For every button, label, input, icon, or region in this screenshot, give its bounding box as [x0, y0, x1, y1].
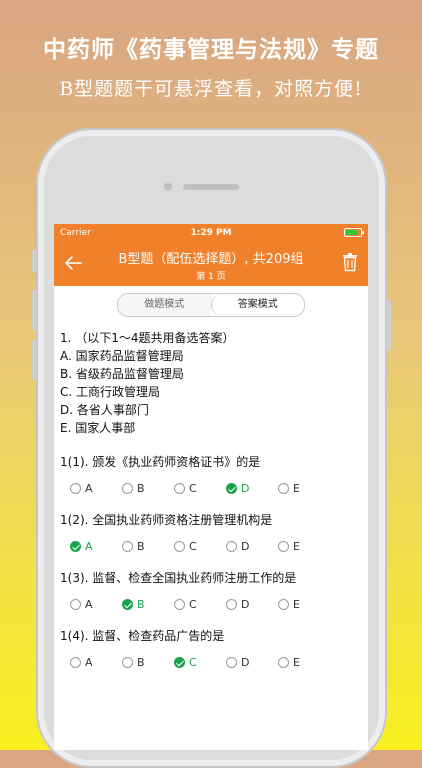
choice-row: A B C D E [60, 482, 362, 495]
speaker-grille [183, 184, 239, 190]
camera-icon [164, 183, 172, 191]
choice-row: A B C D E [60, 656, 362, 669]
checked-radio-icon [226, 483, 237, 494]
power-button [386, 300, 391, 350]
choice-label: C [189, 540, 197, 553]
promo-subtitle: B型题题干可悬浮查看，对照方便! [59, 78, 363, 100]
choice-option-d[interactable]: D [226, 598, 278, 611]
choice-label: B [137, 656, 145, 669]
choice-option-d[interactable]: D [226, 656, 278, 669]
option-text: A. 国家药品监督管理局 [60, 349, 184, 363]
nav-header: B型题（配伍选择题）, 共209组 第 1 页 [54, 242, 368, 286]
choice-label: C [189, 482, 197, 495]
radio-icon [174, 599, 185, 610]
tab-answer-mode[interactable]: 答案模式 [210, 294, 304, 316]
radio-icon [70, 657, 81, 668]
trash-icon[interactable] [342, 252, 358, 272]
mute-switch [32, 250, 37, 272]
choice-option-c[interactable]: C [174, 656, 226, 669]
choice-option-b[interactable]: B [122, 540, 174, 553]
choice-label: E [293, 656, 300, 669]
choice-label: E [293, 598, 300, 611]
choice-row: A B C D E [60, 598, 362, 611]
sub-question-text: 1(4). 监督、检查药品广告的是 [60, 629, 225, 643]
choice-label: A [85, 482, 93, 495]
volume-down-button [32, 340, 37, 380]
choice-label: E [293, 482, 300, 495]
battery-icon [344, 228, 364, 237]
radio-icon [174, 541, 185, 552]
status-time: 1:29 PM [190, 228, 232, 238]
choice-option-c[interactable]: C [174, 482, 226, 495]
choice-label: B [137, 598, 145, 611]
choice-label: E [293, 540, 300, 553]
promo-title: 中药师《药事管理与法规》专题 [43, 37, 379, 63]
choice-label: D [241, 482, 250, 495]
volume-up-button [32, 290, 37, 330]
page-number: 第 1 页 [196, 272, 226, 282]
checked-radio-icon [174, 657, 185, 668]
choice-option-e[interactable]: E [278, 598, 330, 611]
choice-option-b[interactable]: B [122, 598, 174, 611]
choice-label: B [137, 540, 145, 553]
page-title: B型题（配伍选择题）, 共209组 [118, 252, 304, 267]
option-text: B. 省级药品监督管理局 [60, 367, 184, 381]
choice-option-e[interactable]: E [278, 656, 330, 669]
choice-option-e[interactable]: E [278, 540, 330, 553]
choice-label: C [189, 656, 197, 669]
radio-icon [174, 483, 185, 494]
choice-option-d[interactable]: D [226, 540, 278, 553]
sub-question-text: 1(1). 颁发《执业药师资格证书》的是 [60, 455, 261, 469]
choice-label: A [85, 598, 93, 611]
tab-practice-mode[interactable]: 做题模式 [118, 294, 211, 316]
choice-label: D [241, 656, 250, 669]
choice-label: A [85, 540, 93, 553]
option-text: E. 国家人事部 [60, 421, 136, 435]
mode-segmented-control: 做题模式 答案模式 [117, 293, 305, 317]
radio-icon [70, 599, 81, 610]
sub-question-text: 1(2). 全国执业药师资格注册管理机构是 [60, 513, 273, 527]
checked-radio-icon [70, 541, 81, 552]
radio-icon [122, 657, 133, 668]
radio-icon [278, 599, 289, 610]
choice-option-a[interactable]: A [70, 482, 122, 495]
radio-icon [122, 541, 133, 552]
option-text: D. 各省人事部门 [60, 403, 149, 417]
choice-label: C [189, 598, 197, 611]
status-bar: Carrier 1:29 PM [54, 224, 368, 242]
choice-label: B [137, 482, 145, 495]
app-screen: Carrier 1:29 PM B型题（配伍选择题）, 共209组 第 1 页 … [54, 224, 368, 750]
sub-question-list: 1(1). 颁发《执业药师资格证书》的是 A B C D E 1(2). 全国执业药师资格注… [60, 453, 362, 669]
choice-option-a[interactable]: A [70, 540, 122, 553]
choice-option-e[interactable]: E [278, 482, 330, 495]
radio-icon [226, 599, 237, 610]
option-text: C. 工商行政管理局 [60, 385, 161, 399]
back-arrow-icon[interactable] [62, 252, 84, 274]
radio-icon [122, 483, 133, 494]
choice-option-b[interactable]: B [122, 656, 174, 669]
radio-icon [226, 657, 237, 668]
radio-icon [278, 657, 289, 668]
choice-label: D [241, 540, 250, 553]
choice-option-b[interactable]: B [122, 482, 174, 495]
stem-text: 1. （以下1～4题共用备选答案） [60, 331, 235, 345]
choice-option-a[interactable]: A [70, 656, 122, 669]
choice-label: D [241, 598, 250, 611]
choice-label: A [85, 656, 93, 669]
question-stem: 1. （以下1～4题共用备选答案） A. 国家药品监督管理局 B. 省级药品监督… [60, 329, 362, 437]
radio-icon [278, 483, 289, 494]
sub-question-text: 1(3). 监督、检查全国执业药师注册工作的是 [60, 571, 297, 585]
question-content: 1. （以下1～4题共用备选答案） A. 国家药品监督管理局 B. 省级药品监督… [54, 329, 368, 669]
radio-icon [226, 541, 237, 552]
choice-option-a[interactable]: A [70, 598, 122, 611]
choice-option-d[interactable]: D [226, 482, 278, 495]
choice-row: A B C D E [60, 540, 362, 553]
checked-radio-icon [122, 599, 133, 610]
choice-option-c[interactable]: C [174, 598, 226, 611]
radio-icon [70, 483, 81, 494]
choice-option-c[interactable]: C [174, 540, 226, 553]
radio-icon [278, 541, 289, 552]
